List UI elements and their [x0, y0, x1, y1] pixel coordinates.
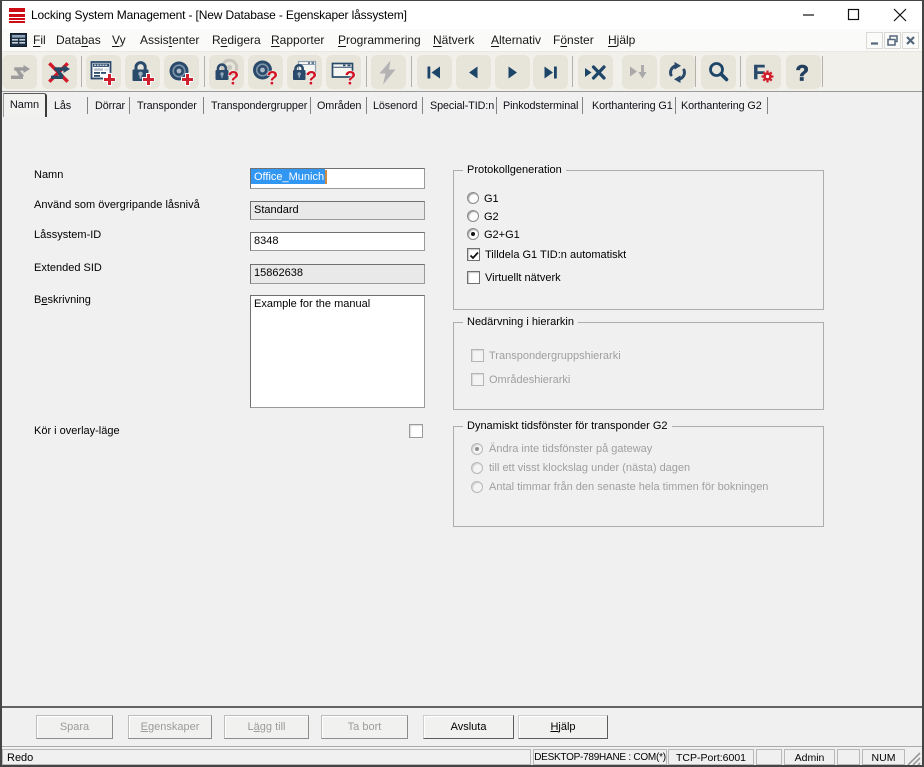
svg-text:?: ?: [228, 69, 240, 90]
svg-text:?: ?: [306, 69, 318, 90]
svg-text:?: ?: [345, 69, 357, 90]
svg-text:?: ?: [796, 61, 809, 86]
svg-text:?: ?: [267, 69, 279, 90]
